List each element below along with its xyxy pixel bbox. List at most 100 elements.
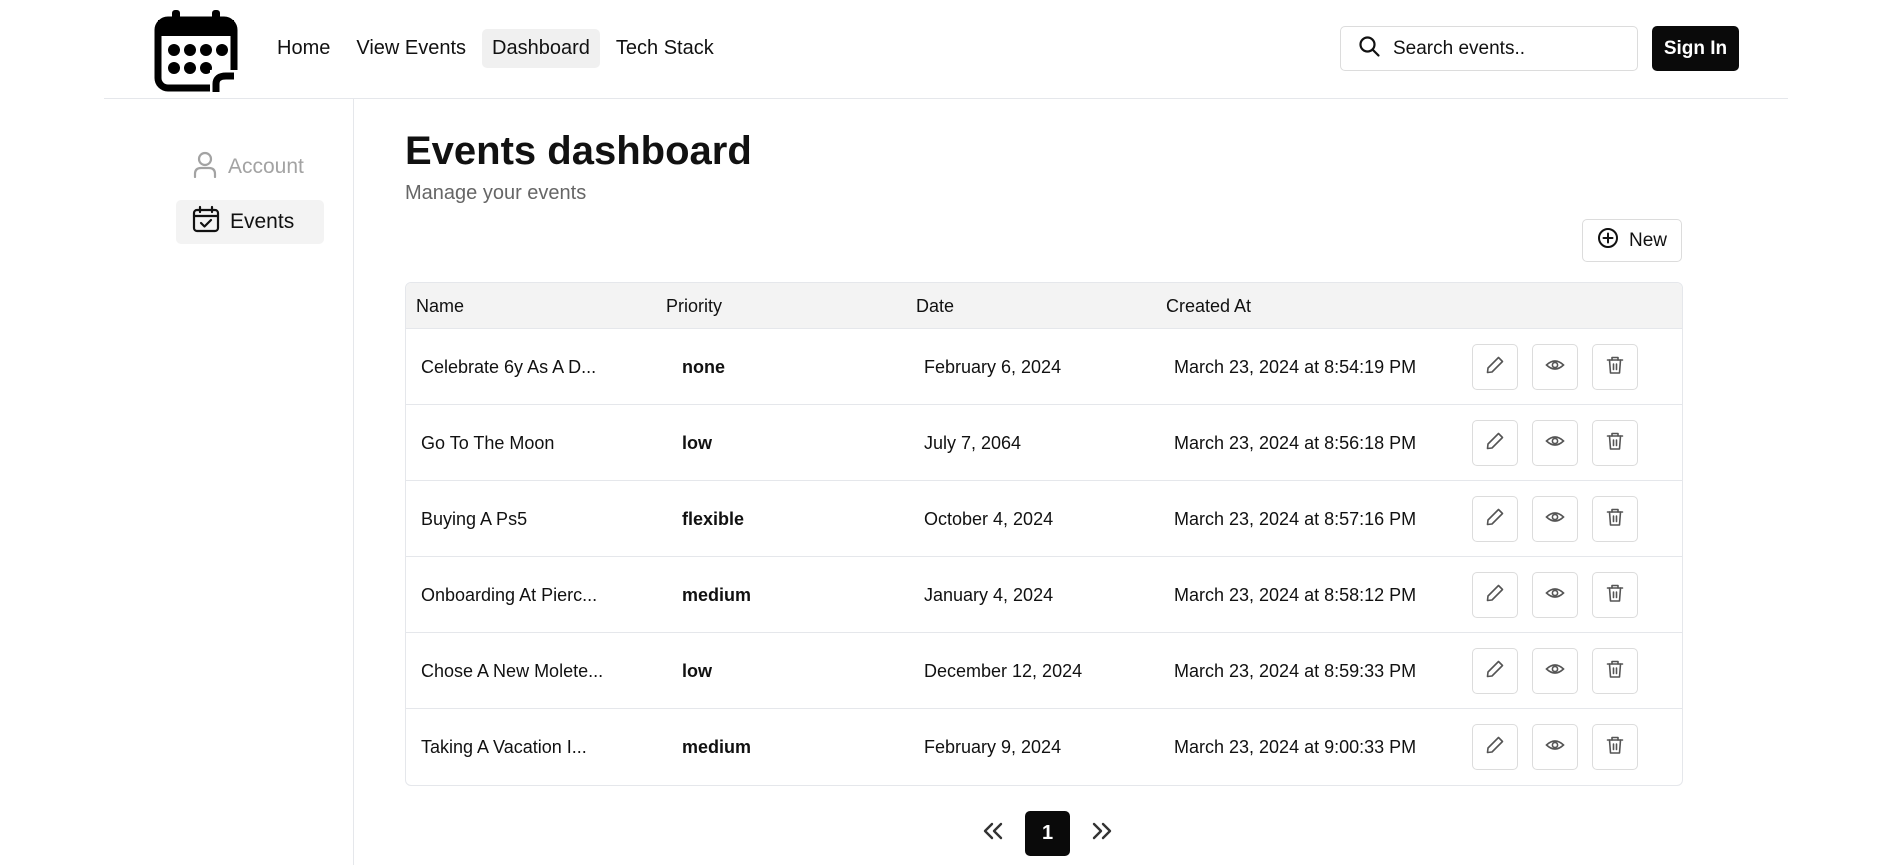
table-row[interactable]: Go To The Moon low July 7, 2064 March 23, 2…	[406, 405, 1682, 481]
view-button[interactable]	[1532, 648, 1578, 694]
edit-button[interactable]	[1472, 344, 1518, 390]
previous-page-button[interactable]	[975, 812, 1011, 856]
event-name: Taking A Vacation I...	[421, 737, 587, 757]
event-name: Celebrate 6y As A D...	[421, 357, 597, 377]
table-header: Name Priority Date Created At	[406, 283, 1682, 329]
delete-button[interactable]	[1592, 572, 1638, 618]
pagination: 1	[975, 811, 1120, 856]
event-created-at: March 23, 2024 at 8:59:33 PM	[1174, 661, 1417, 681]
eye-icon	[1545, 355, 1565, 380]
search-icon	[1357, 34, 1381, 63]
next-page-button[interactable]	[1084, 812, 1120, 856]
event-priority: none	[682, 357, 725, 377]
eye-icon	[1545, 507, 1565, 532]
eye-icon	[1545, 735, 1565, 760]
column-header-created-at[interactable]: Created At	[1166, 283, 1251, 329]
pencil-icon	[1485, 735, 1505, 760]
pencil-icon	[1485, 355, 1505, 380]
event-priority: medium	[682, 585, 752, 605]
edit-button[interactable]	[1472, 648, 1518, 694]
delete-button[interactable]	[1592, 344, 1638, 390]
sidebar-item-label: Account	[228, 155, 304, 178]
view-button[interactable]	[1532, 420, 1578, 466]
plus-circle-icon	[1597, 227, 1619, 255]
trash-icon	[1605, 583, 1625, 608]
event-created-at: March 23, 2024 at 8:56:18 PM	[1174, 433, 1417, 453]
pencil-icon	[1485, 659, 1505, 684]
search-box[interactable]	[1340, 26, 1638, 71]
sidebar: Account Events	[104, 99, 354, 865]
eye-icon	[1545, 431, 1565, 456]
column-header-priority[interactable]: Priority	[666, 283, 722, 329]
delete-button[interactable]	[1592, 420, 1638, 466]
trash-icon	[1605, 507, 1625, 532]
user-icon	[192, 150, 228, 184]
event-priority: low	[682, 433, 712, 453]
search-input[interactable]	[1393, 37, 1623, 60]
table-row[interactable]: Celebrate 6y As A D... none February 6, 20…	[406, 329, 1682, 405]
view-button[interactable]	[1532, 572, 1578, 618]
table-body: Celebrate 6y As A D... none February 6, 20…	[406, 329, 1682, 785]
event-name: Onboarding At Pierc...	[421, 585, 598, 605]
nav-dashboard[interactable]: Dashboard	[482, 29, 600, 68]
delete-button[interactable]	[1592, 724, 1638, 770]
nav-home[interactable]: Home	[267, 29, 340, 68]
nav-view-events[interactable]: View Events	[346, 29, 476, 68]
event-priority: low	[682, 661, 712, 681]
view-button[interactable]	[1532, 344, 1578, 390]
event-date: February 6, 2024	[924, 357, 1062, 377]
event-created-at: March 23, 2024 at 9:00:33 PM	[1174, 737, 1417, 757]
trash-icon	[1605, 735, 1625, 760]
event-created-at: March 23, 2024 at 8:58:12 PM	[1174, 585, 1417, 605]
event-date: July 7, 2064	[924, 433, 1022, 453]
event-date: December 12, 2024	[924, 661, 1083, 681]
edit-button[interactable]	[1472, 420, 1518, 466]
calendar-check-icon	[192, 205, 230, 239]
pencil-icon	[1485, 583, 1505, 608]
event-priority: flexible	[682, 509, 745, 529]
eye-icon	[1545, 659, 1565, 684]
eye-icon	[1545, 583, 1565, 608]
table-row[interactable]: Taking A Vacation I... medium February 9, …	[406, 709, 1682, 785]
pencil-icon	[1485, 507, 1505, 532]
event-name: Buying A Ps5	[421, 509, 528, 529]
table-row[interactable]: Buying A Ps5 flexible October 4, 2024 March…	[406, 481, 1682, 557]
new-button-label: New	[1628, 229, 1667, 251]
view-button[interactable]	[1532, 724, 1578, 770]
view-button[interactable]	[1532, 496, 1578, 542]
main-nav: Home View Events Dashboard Tech Stack	[267, 29, 724, 68]
event-name: Go To The Moon	[421, 433, 555, 453]
delete-button[interactable]	[1592, 496, 1638, 542]
table-row[interactable]: Onboarding At Pierc... medium January 4, 2…	[406, 557, 1682, 633]
delete-button[interactable]	[1592, 648, 1638, 694]
trash-icon	[1605, 659, 1625, 684]
edit-button[interactable]	[1472, 724, 1518, 770]
column-header-name[interactable]: Name	[416, 283, 464, 329]
page-number-button[interactable]: 1	[1025, 811, 1070, 856]
pencil-icon	[1485, 431, 1505, 456]
trash-icon	[1605, 431, 1625, 456]
sidebar-item-events[interactable]: Events	[176, 200, 324, 244]
chevrons-left-icon	[980, 820, 1006, 847]
event-created-at: March 23, 2024 at 8:57:16 PM	[1174, 509, 1417, 529]
events-table: Name Priority Date Created At Celebrate …	[405, 282, 1683, 786]
chevrons-right-icon	[1089, 820, 1115, 847]
trash-icon	[1605, 355, 1625, 380]
event-date: February 9, 2024	[924, 737, 1062, 757]
edit-button[interactable]	[1472, 496, 1518, 542]
event-created-at: March 23, 2024 at 8:54:19 PM	[1174, 357, 1417, 377]
nav-tech-stack[interactable]: Tech Stack	[606, 29, 724, 68]
edit-button[interactable]	[1472, 572, 1518, 618]
table-row[interactable]: Chose A New Molete... low December 12, 202…	[406, 633, 1682, 709]
sidebar-item-account[interactable]: Account	[176, 145, 324, 189]
new-event-button[interactable]: New	[1582, 219, 1682, 262]
column-header-date[interactable]: Date	[916, 283, 954, 329]
event-priority: medium	[682, 737, 752, 757]
calendar-logo-icon[interactable]	[154, 8, 240, 92]
sign-in-button[interactable]: Sign In	[1652, 26, 1739, 71]
top-navbar: Home View Events Dashboard Tech Stack Si…	[104, 0, 1788, 99]
page-subtitle: Manage your events	[405, 182, 587, 204]
page-title: Events dashboard	[405, 129, 752, 173]
event-date: October 4, 2024	[924, 509, 1054, 529]
event-name: Chose A New Molete...	[421, 661, 604, 681]
